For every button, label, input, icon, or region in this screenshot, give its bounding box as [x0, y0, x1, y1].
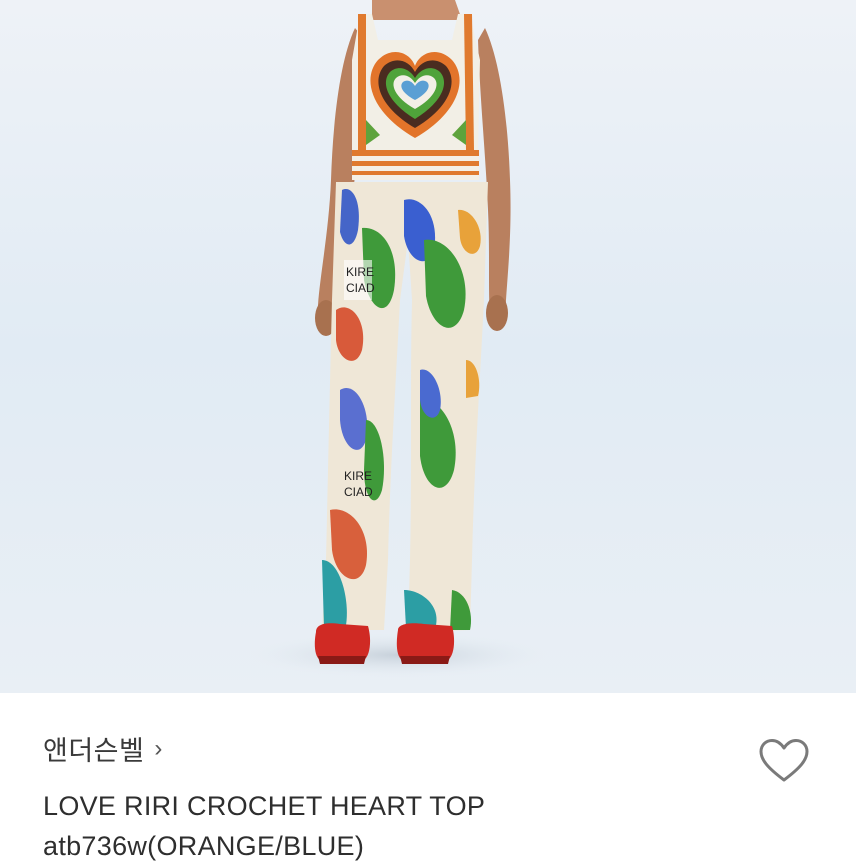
- brand-name[interactable]: 앤더슨벨: [43, 729, 144, 768]
- brand-link[interactable]: 앤더슨벨 ›: [43, 729, 162, 768]
- like-button[interactable]: [757, 737, 811, 785]
- product-info-panel: 앤더슨벨 › LOVE RIRI CROCHET HEART TOP atb73…: [0, 693, 856, 861]
- svg-text:KIRE: KIRE: [346, 265, 374, 279]
- svg-text:CIAD: CIAD: [346, 281, 375, 295]
- svg-text:CIAD: CIAD: [344, 485, 373, 499]
- product-title-line-1: LOVE RIRI CROCHET HEART TOP: [43, 791, 486, 821]
- product-photo[interactable]: KIRE CIAD KIRE CIAD: [0, 0, 856, 693]
- product-title-line-2: atb736w(ORANGE/BLUE): [43, 831, 365, 861]
- heart-outline-icon: [759, 739, 809, 782]
- svg-text:KIRE: KIRE: [344, 469, 372, 483]
- product-photo-illustration: KIRE CIAD KIRE CIAD: [0, 0, 856, 693]
- chevron-right-icon: ›: [154, 734, 163, 762]
